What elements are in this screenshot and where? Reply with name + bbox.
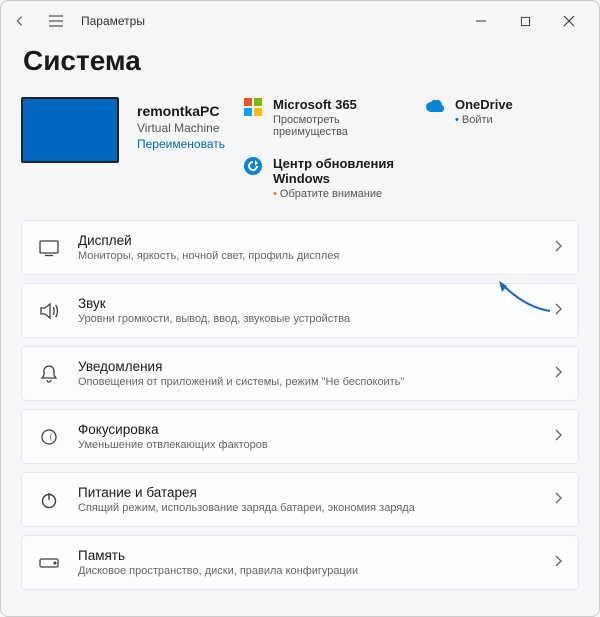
microsoft-365-icon <box>243 97 263 117</box>
setting-title: Фокусировка <box>78 422 536 437</box>
setting-sub: Дисковое пространство, диски, правила ко… <box>78 565 536 577</box>
moon-icon <box>38 426 60 448</box>
app-title: Параметры <box>81 14 145 28</box>
setting-sub: Спящий режим, использование заряда батар… <box>78 502 536 514</box>
tile-sub: Войти <box>455 114 513 126</box>
setting-sound[interactable]: Звук Уровни громкости, вывод, ввод, звук… <box>21 283 579 338</box>
setting-title: Звук <box>78 296 536 311</box>
update-icon <box>243 156 263 176</box>
tile-sub: Обратите внимание <box>273 188 397 200</box>
tile-microsoft-365[interactable]: Microsoft 365 Просмотреть преимущества <box>243 97 397 138</box>
device-thumbnail[interactable] <box>21 97 119 163</box>
setting-storage[interactable]: Память Дисковое пространство, диски, пра… <box>21 535 579 590</box>
chevron-right-icon <box>554 240 562 255</box>
maximize-button[interactable] <box>503 5 547 37</box>
setting-focus[interactable]: Фокусировка Уменьшение отвлекающих факто… <box>21 409 579 464</box>
tile-title: Центр обновления Windows <box>273 156 397 186</box>
device-type: Virtual Machine <box>137 121 225 135</box>
device-name: remontkaPC <box>137 103 225 119</box>
chevron-right-icon <box>554 303 562 318</box>
tile-sub: Просмотреть преимущества <box>273 114 397 138</box>
drive-icon <box>38 552 60 574</box>
monitor-icon <box>38 237 60 259</box>
setting-title: Уведомления <box>78 359 536 374</box>
setting-power[interactable]: Питание и батарея Спящий режим, использо… <box>21 472 579 527</box>
close-button[interactable] <box>547 5 591 37</box>
tile-title: OneDrive <box>455 97 513 112</box>
setting-sub: Мониторы, яркость, ночной свет, профиль … <box>78 250 536 262</box>
titlebar: Параметры <box>1 1 599 41</box>
tile-windows-update[interactable]: Центр обновления Windows Обратите вниман… <box>243 156 397 200</box>
tile-onedrive[interactable]: OneDrive Войти <box>425 97 579 138</box>
onedrive-icon <box>425 97 445 117</box>
setting-title: Дисплей <box>78 233 536 248</box>
chevron-right-icon <box>554 366 562 381</box>
page-heading: Система <box>23 45 579 77</box>
back-button[interactable] <box>9 10 31 32</box>
settings-list: Дисплей Мониторы, яркость, ночной свет, … <box>21 220 579 590</box>
device-info-row: remontkaPC Virtual Machine Переименовать <box>21 97 579 200</box>
setting-sub: Уровни громкости, вывод, ввод, звуковые … <box>78 313 536 325</box>
setting-sub: Уменьшение отвлекающих факторов <box>78 439 536 451</box>
nav-menu-button[interactable] <box>45 10 67 32</box>
setting-sub: Оповещения от приложений и системы, режи… <box>78 376 536 388</box>
power-icon <box>38 489 60 511</box>
bell-icon <box>38 363 60 385</box>
chevron-right-icon <box>554 429 562 444</box>
tile-title: Microsoft 365 <box>273 97 397 112</box>
setting-title: Питание и батарея <box>78 485 536 500</box>
rename-device-link[interactable]: Переименовать <box>137 137 225 151</box>
setting-title: Память <box>78 548 536 563</box>
minimize-button[interactable] <box>459 5 503 37</box>
speaker-icon <box>38 300 60 322</box>
chevron-right-icon <box>554 555 562 570</box>
setting-notifications[interactable]: Уведомления Оповещения от приложений и с… <box>21 346 579 401</box>
setting-display[interactable]: Дисплей Мониторы, яркость, ночной свет, … <box>21 220 579 275</box>
chevron-right-icon <box>554 492 562 507</box>
